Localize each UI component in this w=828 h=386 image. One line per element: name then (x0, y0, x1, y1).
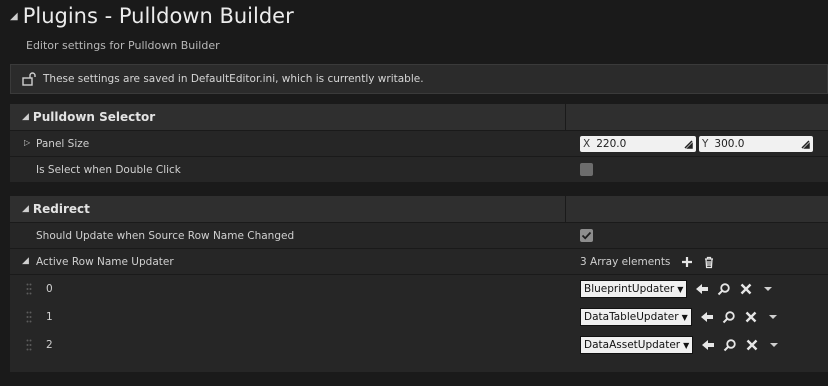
array-count: 3 Array elements (580, 255, 671, 268)
writable-notice: These settings are saved in DefaultEdito… (10, 64, 828, 94)
panel-size-values: X 220.0 Y 300.0 (580, 131, 813, 156)
collapse-triangle-icon[interactable]: ◢ (10, 11, 18, 22)
element-index: 1 (46, 311, 53, 323)
section-footer (10, 359, 828, 372)
clear-x-icon[interactable] (739, 282, 753, 296)
section-redirect[interactable]: ◢ Redirect (10, 196, 828, 222)
use-selected-arrow-icon[interactable] (695, 282, 709, 296)
element-index: 0 (46, 283, 53, 295)
section-label: Pulldown Selector (32, 110, 156, 124)
should-update-checkbox[interactable] (580, 229, 593, 242)
property-label: Panel Size (36, 137, 90, 150)
trash-icon[interactable] (702, 255, 716, 269)
drag-grip-icon[interactable] (26, 339, 32, 351)
notice-text: These settings are saved in DefaultEdito… (43, 73, 424, 85)
drag-handle-icon[interactable] (800, 139, 810, 149)
element-index: 2 (46, 339, 53, 351)
drag-grip-icon[interactable] (26, 311, 32, 323)
y-axis-label: Y (702, 137, 709, 150)
drag-handle-icon[interactable] (683, 139, 693, 149)
updater-class-dropdown[interactable]: DataAssetUpdater ▼ (580, 336, 694, 354)
browse-search-icon[interactable] (723, 338, 737, 352)
array-element-row: 1 DataTableUpdater ▼ (10, 303, 828, 331)
browse-search-icon[interactable] (717, 282, 731, 296)
dropdown-value: BlueprintUpdater (584, 283, 675, 295)
x-value: 220.0 (596, 137, 627, 150)
settings-header[interactable]: ◢ Plugins - Pulldown Builder (10, 4, 294, 28)
property-row-panel-size: ▷ Panel Size X 220.0 Y 300.0 (10, 131, 828, 156)
y-value: 300.0 (714, 137, 745, 150)
browse-search-icon[interactable] (722, 310, 736, 324)
options-chevron-icon[interactable] (761, 282, 775, 296)
updater-class-dropdown[interactable]: BlueprintUpdater ▼ (580, 280, 688, 298)
collapse-triangle-icon[interactable]: ◢ (22, 112, 29, 122)
property-row-active-updater: ◢ Active Row Name Updater 3 Array elemen… (10, 249, 828, 274)
unlock-icon (22, 72, 36, 86)
page-title: Plugins - Pulldown Builder (22, 4, 294, 28)
double-click-checkbox[interactable] (580, 163, 593, 176)
drag-grip-icon[interactable] (26, 283, 32, 295)
property-label: Active Row Name Updater (36, 255, 174, 268)
dropdown-arrow-icon: ▼ (683, 340, 690, 350)
updater-class-dropdown[interactable]: DataTableUpdater ▼ (580, 308, 692, 326)
panel-size-y-field[interactable]: Y 300.0 (699, 135, 813, 152)
clear-x-icon[interactable] (744, 310, 758, 324)
add-element-icon[interactable] (680, 255, 694, 269)
array-element-row: 0 BlueprintUpdater ▼ (10, 275, 828, 303)
property-label: Is Select when Double Click (36, 163, 181, 176)
checkmark-icon (581, 231, 592, 240)
property-label: Should Update when Source Row Name Chang… (36, 229, 295, 242)
section-label: Redirect (32, 202, 90, 216)
clear-x-icon[interactable] (745, 338, 759, 352)
use-selected-arrow-icon[interactable] (700, 310, 714, 324)
page-subtitle: Editor settings for Pulldown Builder (26, 39, 220, 52)
options-chevron-icon[interactable] (766, 310, 780, 324)
property-row-should-update: Should Update when Source Row Name Chang… (10, 223, 828, 248)
options-chevron-icon[interactable] (767, 338, 781, 352)
use-selected-arrow-icon[interactable] (701, 338, 715, 352)
dropdown-arrow-icon: ▼ (681, 312, 688, 322)
array-element-row: 2 DataAssetUpdater ▼ (10, 331, 828, 359)
dropdown-arrow-icon: ▼ (677, 284, 684, 294)
expand-arrow-icon[interactable]: ▷ (24, 138, 30, 147)
dropdown-value: DataAssetUpdater (584, 339, 681, 351)
x-axis-label: X (583, 137, 591, 150)
collapse-triangle-icon[interactable]: ◢ (22, 204, 29, 214)
panel-size-x-field[interactable]: X 220.0 (580, 135, 696, 152)
property-row-double-click: Is Select when Double Click (10, 157, 828, 182)
dropdown-value: DataTableUpdater (584, 311, 679, 323)
collapse-triangle-icon[interactable]: ◢ (22, 256, 29, 266)
section-pulldown-selector[interactable]: ◢ Pulldown Selector (10, 104, 828, 130)
